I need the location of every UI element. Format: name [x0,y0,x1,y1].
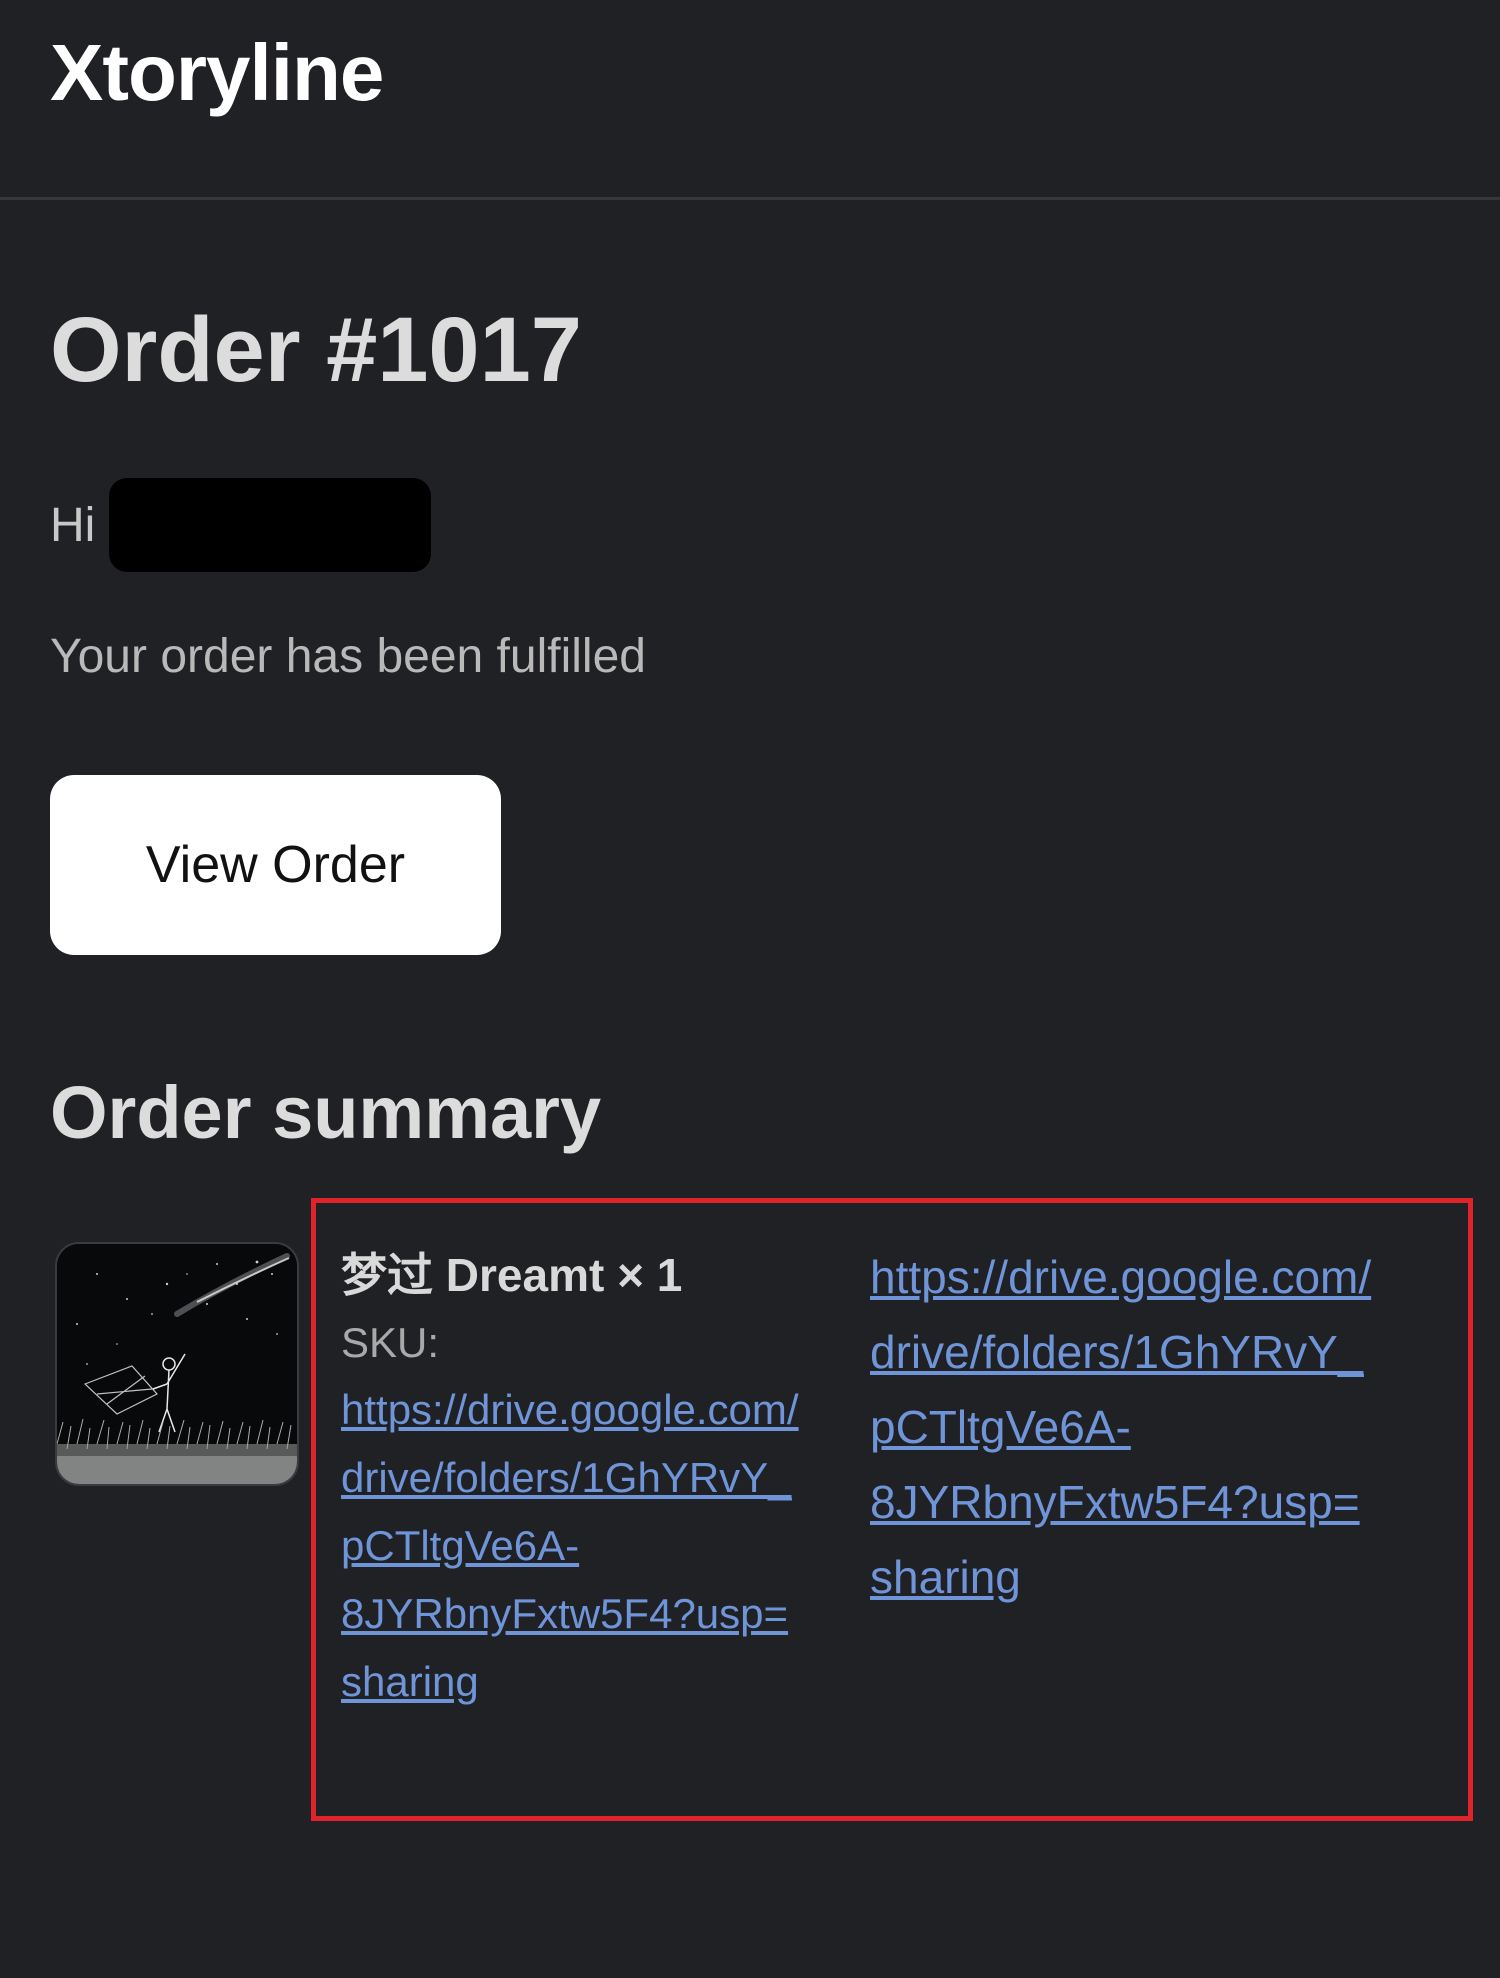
order-title: Order #1017 [50,299,582,401]
sku-link-line: https://drive.google.com/ [341,1386,799,1433]
line-item-details: 梦过 Dreamt × 1 SKU: https://drive.google.… [341,1240,866,1716]
store-brand[interactable]: Xtoryline [50,28,384,118]
redacted-customer-name [109,478,432,572]
drive-folder-link[interactable]: https://drive.google.com/ drive/folders/… [870,1240,1445,1615]
order-status-message: Your order has been fulfilled [50,630,646,683]
sku-link-line: 8JYRbnyFxtw5F4?usp= [341,1590,789,1637]
view-order-button[interactable]: View Order [50,775,501,955]
sku-link-line: drive/folders/1GhYRvY_ [341,1454,792,1501]
product-artwork [57,1244,297,1484]
sku-link-line: sharing [341,1658,479,1705]
sku-label: SKU: [341,1319,440,1366]
product-image [55,1242,299,1486]
url-link-line: sharing [870,1551,1021,1603]
greeting-text: Hi [50,498,96,552]
url-link-line: https://drive.google.com/ [870,1251,1372,1303]
url-link-line: 8JYRbnyFxtw5F4?usp= [870,1476,1360,1528]
greeting: Hi [50,478,432,572]
url-link-line: drive/folders/1GhYRvY_ [870,1326,1364,1378]
line-item-url: https://drive.google.com/ drive/folders/… [870,1240,1445,1615]
email-page: Xtoryline Order #1017 Hi Your order has … [0,0,1500,1978]
sku-link[interactable]: https://drive.google.com/ drive/folders/… [341,1376,866,1716]
url-link-line: pCTltgVe6A- [870,1401,1131,1453]
store-header: Xtoryline [0,0,1500,200]
product-name: 梦过 Dreamt × 1 [341,1249,683,1301]
sku-link-line: pCTltgVe6A- [341,1522,580,1569]
order-summary-title: Order summary [50,1071,602,1154]
